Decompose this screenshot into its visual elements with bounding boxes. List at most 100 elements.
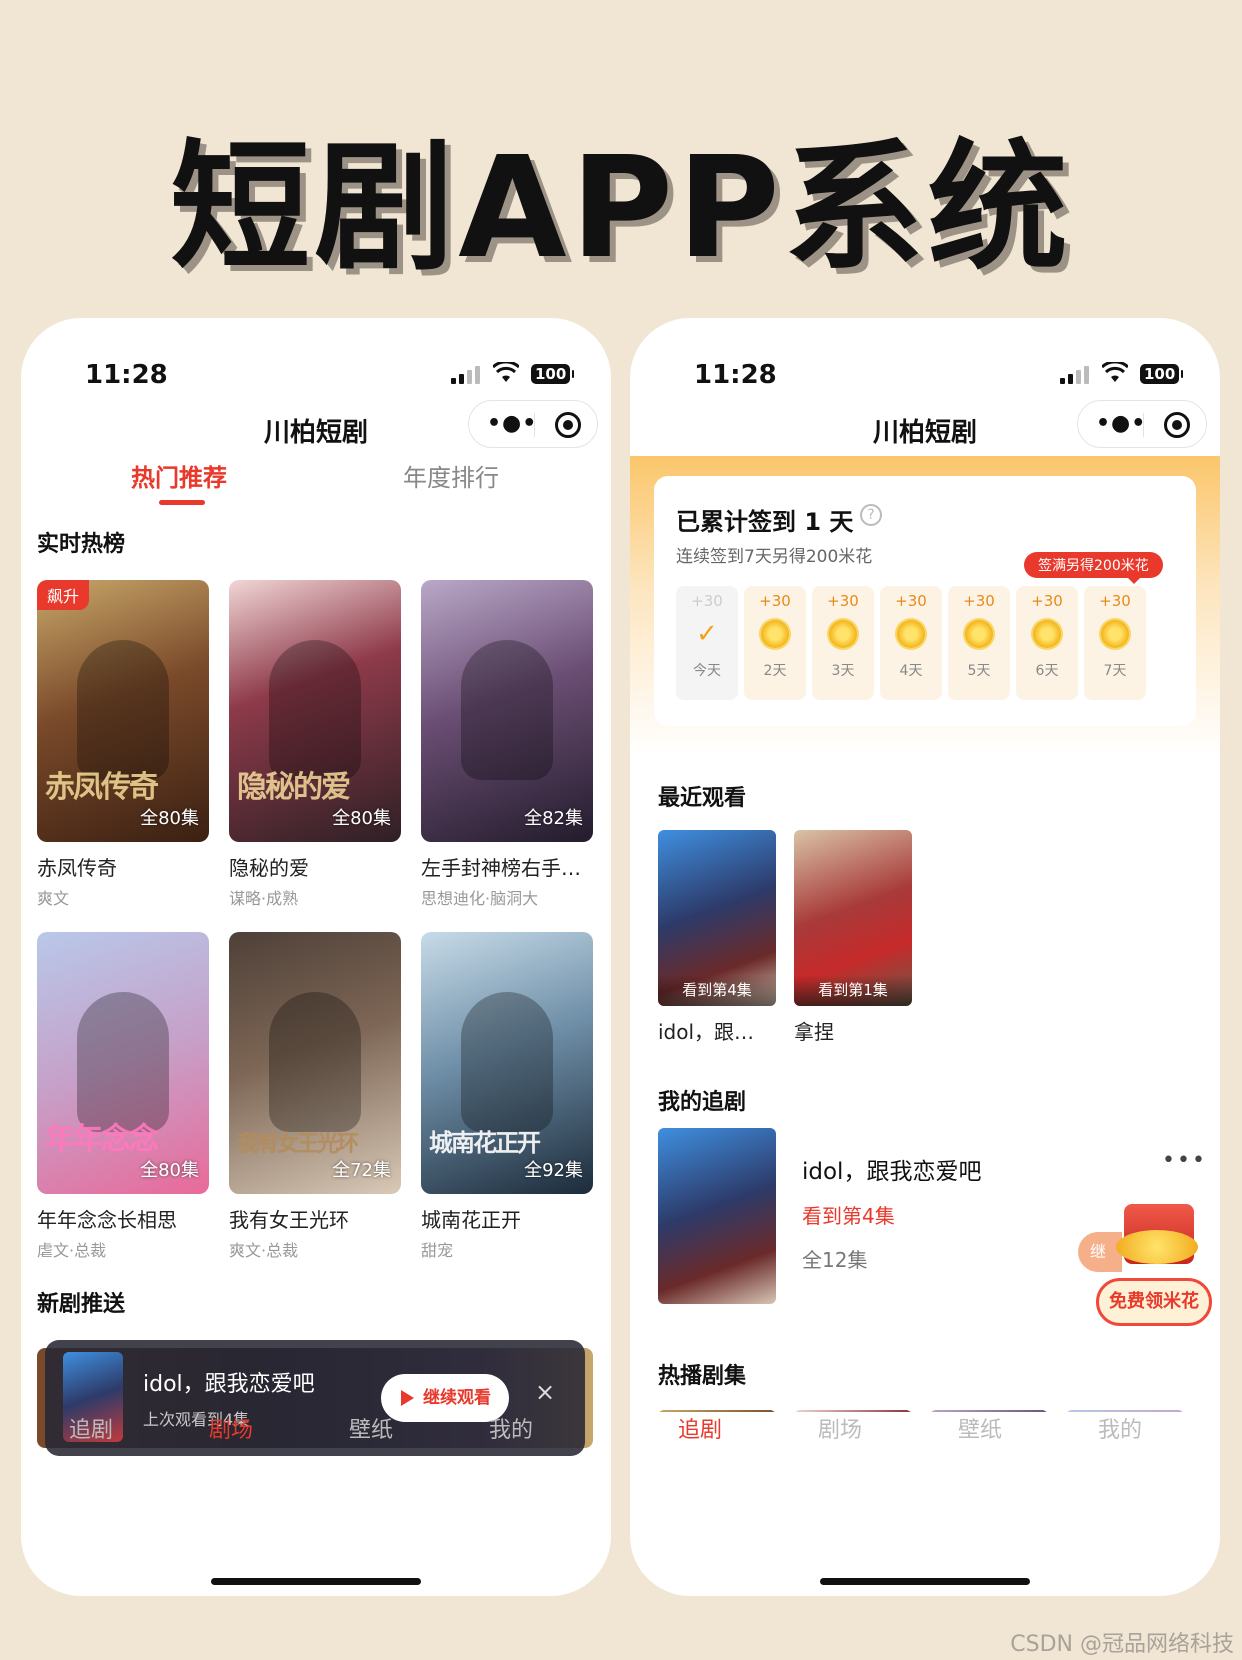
hot-title: 热播剧集 [658, 1364, 747, 1389]
nav-wallpaper[interactable]: 壁纸 [958, 1412, 1002, 1444]
drama-name: 赤凤传奇 [37, 856, 117, 880]
tab-indicator [159, 500, 205, 505]
nav-theater[interactable]: 剧场 [818, 1412, 862, 1444]
follow-poster [658, 1128, 776, 1304]
day-points: +30 [963, 592, 995, 610]
coin-icon [897, 620, 925, 648]
tab-annual[interactable]: 年度排行 [403, 458, 499, 493]
recent-card[interactable]: 看到第1集 拿捏 [794, 830, 912, 1045]
nav-follow[interactable]: 追剧 [678, 1412, 722, 1444]
status-time: 11:28 [694, 360, 777, 390]
wifi-icon [1102, 362, 1128, 382]
close-target-icon[interactable] [1164, 412, 1190, 438]
nav-bar: 川柏短剧 •●• [630, 398, 1220, 458]
poster: 我有女王光环 全72集 [229, 932, 401, 1194]
episode-count: 全80集 [332, 808, 391, 829]
sign-day[interactable]: +30 7天 [1084, 586, 1146, 700]
day-points: +30 [895, 592, 927, 610]
follow-title: 我的追剧 [658, 1090, 747, 1115]
phone-theater: 11:28 100 川柏短剧 •●• 热门推荐 年度排行 实时热榜 赤凤传奇 飙… [21, 318, 611, 1596]
coin-icon [1033, 620, 1061, 648]
help-icon[interactable]: ? [860, 504, 882, 526]
sign-in-title: 已累计签到 1 天 [676, 508, 854, 536]
nav-bar: 川柏短剧 •●• [21, 398, 611, 458]
drama-card[interactable]: 全82集 左手封神榜右手… 思想迪化·脑洞大 [421, 580, 593, 909]
day-label: 7天 [1103, 663, 1127, 679]
realtime-title: 实时热榜 [37, 532, 126, 557]
poster-title: 城南花正开 [429, 1128, 541, 1157]
new-push-title: 新剧推送 [37, 1292, 126, 1317]
follow-episodes: 全12集 [802, 1248, 868, 1272]
drama-name: 城南花正开 [421, 1208, 521, 1232]
nav-follow[interactable]: 追剧 [69, 1412, 113, 1444]
drama-card[interactable]: 赤凤传奇 飙升 全80集 赤凤传奇 爽文 [37, 580, 209, 909]
recent-card[interactable]: 看到第4集 idol，跟… [658, 830, 776, 1045]
close-target-icon[interactable] [555, 412, 581, 438]
drama-card[interactable]: 年年念念 全80集 年年念念长相思 虐文·总裁 [37, 932, 209, 1261]
trending-badge: 飙升 [37, 580, 90, 610]
nav-theater[interactable]: 剧场 [209, 1412, 253, 1444]
day-label: 今天 [693, 663, 721, 679]
check-icon: ✓ [696, 619, 718, 649]
poster-title: 年年念念 [45, 1122, 159, 1157]
poster-title: 我有女王光环 [237, 1131, 359, 1157]
sign-day[interactable]: +30 4天 [880, 586, 942, 700]
nav-wallpaper[interactable]: 壁纸 [349, 1412, 393, 1444]
day-label: 6天 [1035, 663, 1059, 679]
poster: 全82集 [421, 580, 593, 842]
nav-mine[interactable]: 我的 [489, 1412, 533, 1444]
drama-tags: 思想迪化·脑洞大 [421, 889, 539, 908]
promo-label[interactable]: 免费领米花 [1096, 1278, 1212, 1326]
drama-name: 我有女王光环 [229, 1208, 349, 1232]
capsule-divider [1143, 413, 1144, 437]
day-label: 5天 [967, 663, 991, 679]
day-points: +30 [691, 592, 723, 610]
status-time: 11:28 [85, 360, 168, 390]
drama-tags: 虐文·总裁 [37, 1241, 107, 1260]
watermark: CSDN @冠品网络科技 [1010, 1632, 1234, 1657]
coin-icon [829, 620, 857, 648]
sign-day[interactable]: +30 6天 [1016, 586, 1078, 700]
home-indicator [820, 1578, 1030, 1585]
drama-tags: 谋略·成熟 [229, 889, 299, 908]
day-label: 2天 [763, 663, 787, 679]
episode-count: 全72集 [332, 1160, 391, 1181]
bonus-tooltip: 签满另得200米花 [1024, 552, 1163, 584]
more-icon[interactable]: ••• [1162, 1148, 1207, 1173]
drama-tags: 爽文·总裁 [229, 1241, 299, 1260]
poster: 隐秘的爱 全80集 [229, 580, 401, 842]
sign-day[interactable]: +30 ✓ 今天 [676, 586, 738, 700]
coin-icon [761, 620, 789, 648]
drama-card[interactable]: 城南花正开 全92集 城南花正开 甜宠 [421, 932, 593, 1261]
status-bar: 11:28 100 [630, 342, 1220, 402]
episode-count: 全92集 [524, 1160, 583, 1181]
free-flower-promo[interactable]: 继 免费领米花 [1078, 1204, 1212, 1334]
drama-card[interactable]: 我有女王光环 全72集 我有女王光环 爽文·总裁 [229, 932, 401, 1261]
recent-progress: 看到第1集 [794, 975, 912, 1006]
follow-name: idol，跟我恋爱吧 [802, 1159, 982, 1185]
recent-progress: 看到第4集 [658, 975, 776, 1006]
tab-hot[interactable]: 热门推荐 [131, 458, 227, 493]
mini-program-capsule: •●• [468, 400, 598, 448]
episode-count: 全80集 [140, 1160, 199, 1181]
sign-day[interactable]: +30 2天 [744, 586, 806, 700]
drama-name: 左手封神榜右手… [421, 856, 581, 880]
nav-mine[interactable]: 我的 [1098, 1412, 1142, 1444]
gold-coins-icon [1116, 1230, 1198, 1264]
tab-bar: 热门推荐 年度排行 [21, 458, 611, 518]
drama-tags: 甜宠 [421, 1241, 454, 1260]
battery-icon: 100 [531, 364, 575, 384]
more-icon[interactable]: •●• [1096, 413, 1146, 435]
drama-card[interactable]: 隐秘的爱 全80集 隐秘的爱 谋略·成熟 [229, 580, 401, 909]
headline: 短剧APP系统 [170, 127, 1072, 290]
sign-in-subtitle: 连续签到7天另得200米花 [676, 547, 873, 567]
close-icon[interactable]: × [535, 1378, 555, 1406]
drama-tags: 爽文 [37, 889, 70, 908]
sign-day[interactable]: +30 3天 [812, 586, 874, 700]
more-icon[interactable]: •●• [487, 413, 537, 435]
drama-name: 年年念念长相思 [37, 1208, 177, 1232]
signal-icon [1060, 366, 1089, 384]
sign-day[interactable]: +30 5天 [948, 586, 1010, 700]
poster: 年年念念 全80集 [37, 932, 209, 1194]
drama-name: 隐秘的爱 [229, 856, 309, 880]
